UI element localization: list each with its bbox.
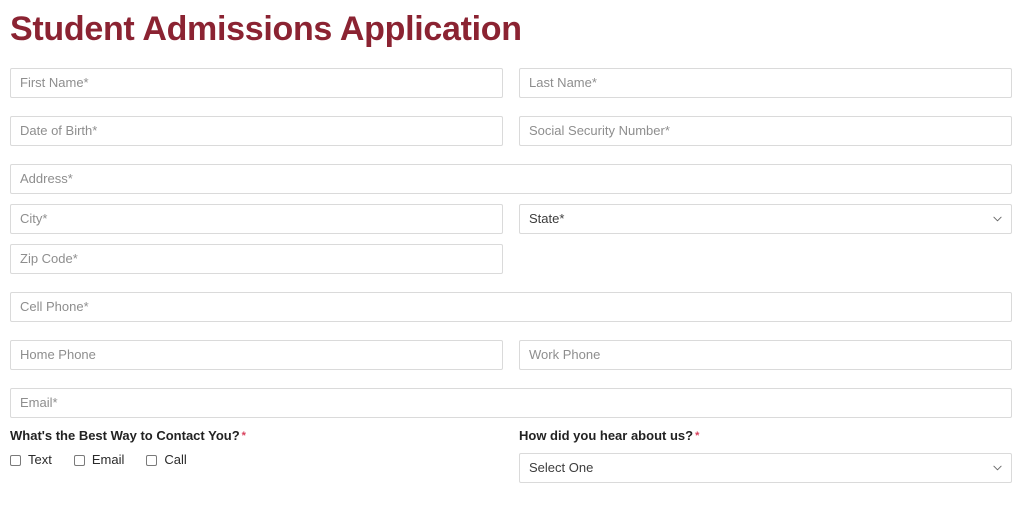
form-row-zip: Zip Code* bbox=[10, 244, 1014, 274]
field-wrapper-social-security-number: Social Security Number* bbox=[519, 116, 1012, 146]
state-select[interactable]: State* bbox=[519, 204, 1012, 234]
city-input[interactable]: City* bbox=[10, 204, 503, 234]
contact-preference-label: What's the Best Way to Contact You? * bbox=[10, 428, 503, 444]
referral-source-select-value: Select One bbox=[529, 460, 594, 475]
field-wrapper-work-phone: Work Phone bbox=[519, 340, 1012, 370]
page-title: Student Admissions Application bbox=[10, 10, 522, 48]
checkbox-label-call: Call bbox=[164, 452, 187, 467]
field-wrapper-date-of-birth: Date of Birth* bbox=[10, 116, 503, 146]
required-marker: * bbox=[695, 430, 700, 442]
field-wrapper-home-phone: Home Phone bbox=[10, 340, 503, 370]
field-wrapper-city: City* bbox=[10, 204, 503, 234]
cell-phone-input[interactable]: Cell Phone* bbox=[10, 292, 1012, 322]
field-wrapper-zip-code: Zip Code* bbox=[10, 244, 503, 274]
checkbox-text[interactable] bbox=[10, 454, 21, 466]
referral-source-label-text: How did you hear about us? bbox=[519, 428, 694, 443]
contact-preference-options: Text Email Call bbox=[10, 453, 503, 467]
checkbox-call[interactable] bbox=[146, 454, 158, 466]
referral-source-label: How did you hear about us? * bbox=[519, 428, 1012, 444]
field-wrapper-email: Email* bbox=[10, 388, 1012, 418]
admissions-application-page: Student Admissions Application First Nam… bbox=[0, 0, 1024, 526]
first-name-input[interactable]: First Name* bbox=[10, 68, 503, 98]
admissions-form: First Name* Last Name* Date of Birth* So… bbox=[10, 68, 1014, 483]
form-row-cell-phone: Cell Phone* bbox=[10, 292, 1014, 322]
referral-source-group: How did you hear about us? * Select One bbox=[519, 428, 1012, 483]
field-wrapper-state: State* bbox=[519, 204, 1012, 234]
checkbox-label-email: Email bbox=[91, 452, 125, 467]
last-name-input[interactable]: Last Name* bbox=[519, 68, 1012, 98]
checkbox-label-text: Text bbox=[28, 452, 52, 467]
field-wrapper-address: Address* bbox=[10, 164, 1012, 194]
email-input[interactable]: Email* bbox=[10, 388, 1012, 418]
form-row-other-phones: Home Phone Work Phone bbox=[10, 340, 1014, 370]
chevron-down-icon bbox=[993, 465, 1002, 471]
field-wrapper-first-name: First Name* bbox=[10, 68, 503, 98]
contact-preference-label-text: What's the Best Way to Contact You? bbox=[10, 428, 240, 443]
chevron-down-icon bbox=[993, 216, 1002, 222]
social-security-number-input[interactable]: Social Security Number* bbox=[519, 116, 1012, 146]
zip-code-input[interactable]: Zip Code* bbox=[10, 244, 503, 274]
form-row-preferences: What's the Best Way to Contact You? * Tex… bbox=[10, 428, 1014, 483]
date-of-birth-input[interactable]: Date of Birth* bbox=[10, 116, 503, 146]
form-row-city-state: City* State* bbox=[10, 204, 1014, 234]
checkbox-item-text[interactable]: Text bbox=[10, 453, 52, 467]
form-row-identity: Date of Birth* Social Security Number* bbox=[10, 116, 1014, 146]
checkbox-email[interactable] bbox=[73, 454, 85, 466]
work-phone-input[interactable]: Work Phone bbox=[519, 340, 1012, 370]
referral-source-select[interactable]: Select One bbox=[519, 453, 1012, 483]
form-row-name: First Name* Last Name* bbox=[10, 68, 1014, 98]
field-wrapper-cell-phone: Cell Phone* bbox=[10, 292, 1012, 322]
required-marker: * bbox=[241, 430, 246, 442]
form-row-email: Email* bbox=[10, 388, 1014, 418]
contact-preference-group: What's the Best Way to Contact You? * Tex… bbox=[10, 428, 503, 483]
field-wrapper-last-name: Last Name* bbox=[519, 68, 1012, 98]
home-phone-input[interactable]: Home Phone bbox=[10, 340, 503, 370]
form-row-address: Address* bbox=[10, 164, 1014, 194]
checkbox-item-call[interactable]: Call bbox=[146, 452, 187, 467]
checkbox-item-email[interactable]: Email bbox=[73, 452, 125, 467]
address-input[interactable]: Address* bbox=[10, 164, 1012, 194]
state-select-value: State* bbox=[529, 211, 565, 226]
